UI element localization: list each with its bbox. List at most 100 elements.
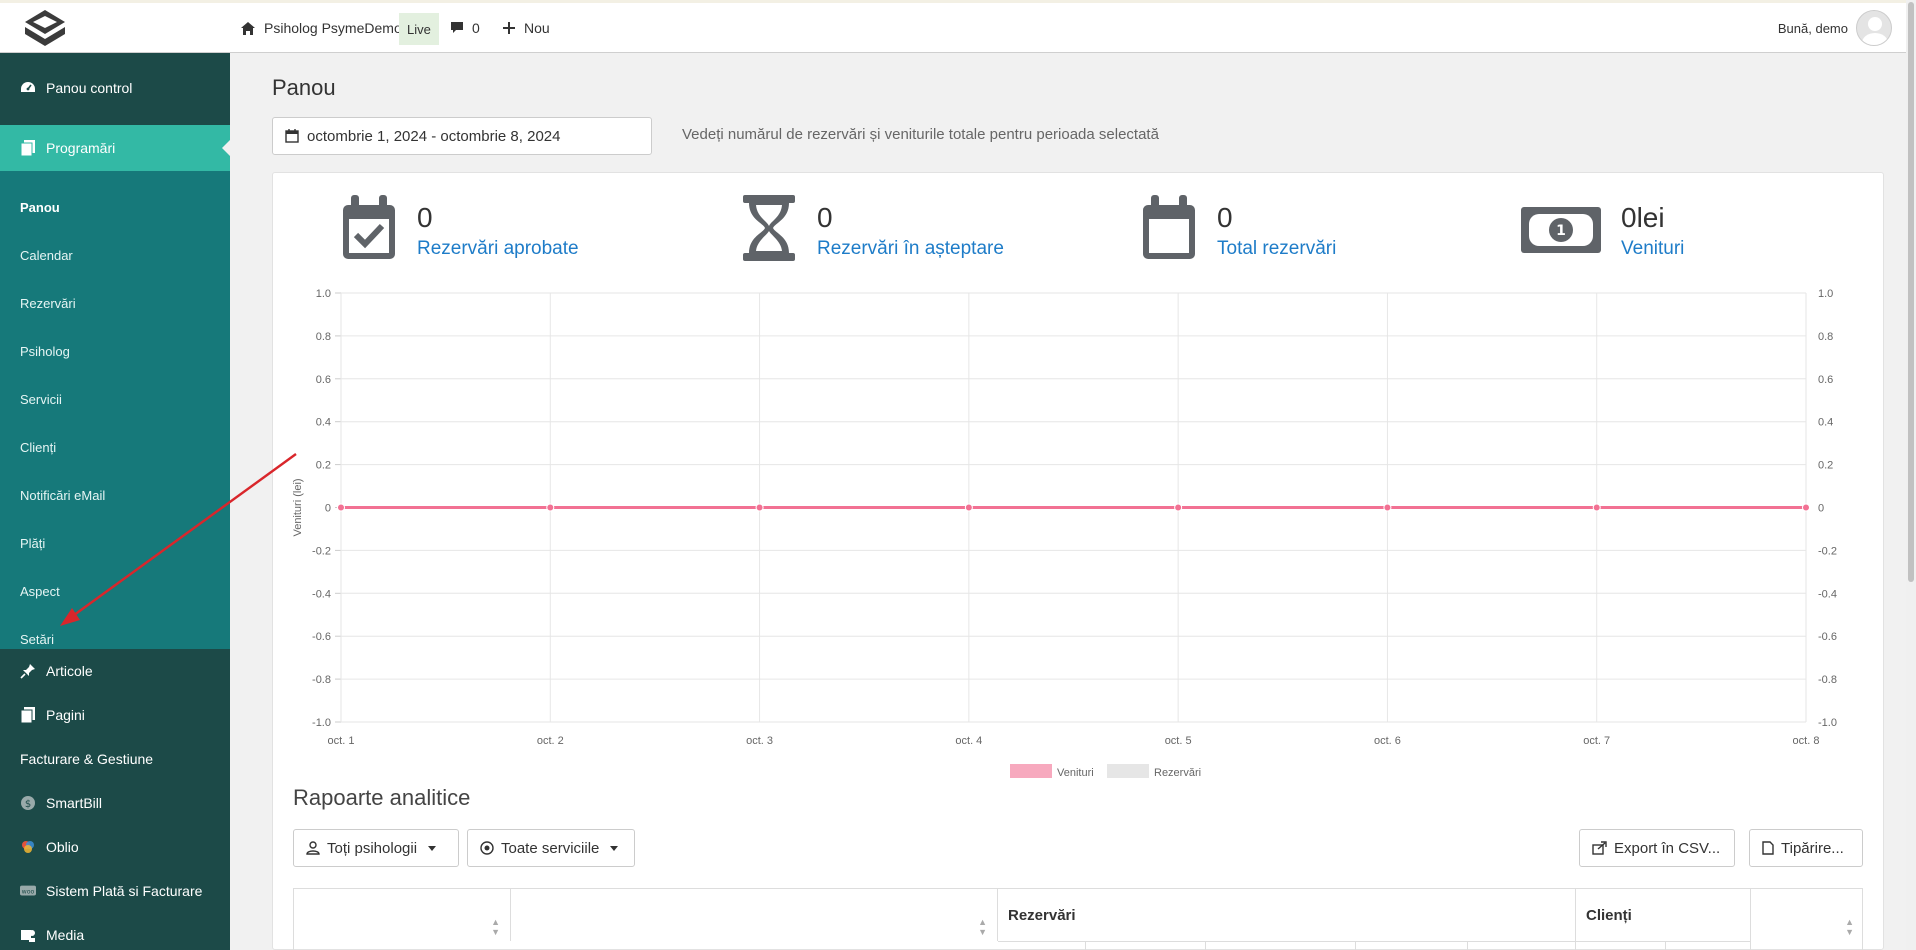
submenu-item-rezervari[interactable]: Rezervări: [0, 279, 230, 327]
site-logo-icon[interactable]: [20, 7, 70, 53]
y2-tick-label: 0.8: [1818, 331, 1833, 343]
woo-icon: woo: [20, 883, 36, 899]
y2-tick-label: -0.4: [1818, 588, 1837, 600]
avatar: [1856, 10, 1892, 46]
sidebar-item-oblio[interactable]: Oblio: [0, 825, 230, 869]
stat-approved-bookings: 0 Rezervări aprobate: [339, 193, 579, 273]
sidebar-item-pagini[interactable]: Pagini: [0, 693, 230, 737]
sidebar-item-dashboard[interactable]: Panou control: [0, 53, 230, 123]
data-point: [755, 503, 764, 512]
file-icon: [1762, 841, 1774, 855]
table-subheader-cell[interactable]: [1206, 941, 1356, 950]
sidebar-lower-menu: Articole Pagini Facturare & Gestiune $ S…: [0, 649, 230, 950]
media-icon: [20, 927, 36, 943]
sort-icon[interactable]: ▲ ▼: [1845, 917, 1854, 937]
sidebar-item-label: Pagini: [46, 707, 85, 723]
table-header-bookings: Rezervări: [998, 889, 1576, 941]
sort-icon[interactable]: ▲ ▼: [978, 917, 987, 937]
y2-tick-label: 0.4: [1818, 417, 1833, 429]
admin-sidebar: Panou control Programări Panou Calendar …: [0, 53, 230, 950]
date-range-help-text: Vedeți numărul de rezervări și venituril…: [682, 126, 1159, 143]
table-subheader-cell[interactable]: [1468, 941, 1576, 950]
date-range-picker[interactable]: octombrie 1, 2024 - octombrie 8, 2024: [272, 117, 652, 155]
table-header-label: Clienți: [1586, 906, 1632, 924]
pages-icon: [20, 140, 36, 156]
svg-text:1: 1: [1556, 223, 1566, 239]
stat-label-link[interactable]: Venituri: [1621, 238, 1684, 260]
y2-tick-label: -0.6: [1818, 631, 1837, 643]
service-filter-label: Toate serviciile: [501, 839, 600, 857]
comments-link[interactable]: 0: [450, 3, 480, 53]
sort-icon[interactable]: ▲ ▼: [491, 917, 500, 937]
submenu-item-plati[interactable]: Plăți: [0, 519, 230, 567]
submenu-item-notificari[interactable]: Notificări eMail: [0, 471, 230, 519]
page-title: Panou: [272, 75, 336, 100]
table-header-cell[interactable]: ▲ ▼: [1751, 889, 1864, 941]
pages-icon: [20, 707, 36, 723]
sidebar-item-articole[interactable]: Articole: [0, 649, 230, 693]
sidebar-item-sistem-plata[interactable]: woo Sistem Plată si Facturare: [0, 869, 230, 913]
new-content-link[interactable]: Nou: [502, 3, 550, 53]
site-home-link[interactable]: Psiholog PsymeDemo: [240, 3, 402, 53]
submenu-item-calendar[interactable]: Calendar: [0, 231, 230, 279]
submenu-item-clienti[interactable]: Clienți: [0, 423, 230, 471]
stat-label-link[interactable]: Total rezervări: [1217, 238, 1336, 260]
y-tick-label: 0.4: [316, 417, 331, 429]
y-tick-label: -0.6: [312, 631, 331, 643]
scrollbar-thumb[interactable]: [1908, 2, 1914, 582]
dashboard-gauge-icon: [20, 80, 36, 96]
calendar-icon: [1143, 195, 1195, 259]
plus-icon: [503, 22, 515, 34]
data-point: [1174, 503, 1183, 512]
y-tick-label: -0.8: [312, 674, 331, 686]
table-subheader-cell[interactable]: [1086, 941, 1206, 950]
submenu-item-psiholog[interactable]: Psiholog: [0, 327, 230, 375]
smartbill-icon: $: [20, 795, 36, 811]
y2-tick-label: -0.8: [1818, 674, 1837, 686]
submenu-item-aspect[interactable]: Aspect: [0, 567, 230, 615]
oblio-icon: [20, 839, 36, 855]
money-bill-icon: 1: [1521, 207, 1601, 253]
data-point: [1592, 503, 1601, 512]
sidebar-submenu: Panou Calendar Rezervări Psiholog Servic…: [0, 171, 230, 649]
live-badge[interactable]: Live: [399, 13, 439, 45]
y-tick-label: -0.4: [312, 588, 331, 600]
y2-tick-label: 1.0: [1818, 288, 1833, 300]
submenu-item-panou[interactable]: Panou: [0, 183, 230, 231]
table-header-cell[interactable]: ▲ ▼: [294, 889, 511, 941]
target-icon: [480, 841, 494, 855]
y2-tick-label: 0: [1818, 503, 1824, 515]
x-tick-label: oct. 4: [955, 735, 982, 747]
user-account-menu[interactable]: Bună, demo: [1778, 3, 1892, 53]
psychologist-filter-dropdown[interactable]: Toți psihologii: [293, 829, 459, 867]
service-filter-dropdown[interactable]: Toate serviciile: [467, 829, 635, 867]
page-scrollbar[interactable]: [1906, 0, 1916, 950]
table-header-label: Rezervări: [1008, 906, 1076, 924]
stat-value: 0lei: [1621, 202, 1665, 233]
stat-label-link[interactable]: Rezervări în așteptare: [817, 238, 1004, 260]
data-point: [1802, 503, 1810, 512]
sidebar-item-label: Programări: [46, 140, 116, 156]
stat-label-link[interactable]: Rezervări aprobate: [417, 238, 579, 260]
y2-tick-label: -0.2: [1818, 545, 1837, 557]
submenu-item-servicii[interactable]: Servicii: [0, 375, 230, 423]
sidebar-item-facturare[interactable]: Facturare & Gestiune: [0, 737, 230, 781]
sidebar-item-smartbill[interactable]: $ SmartBill: [0, 781, 230, 825]
chevron-down-icon: [428, 845, 437, 851]
table-subheader-cell[interactable]: [1576, 941, 1666, 950]
site-name: Psiholog PsymeDemo: [264, 20, 402, 36]
x-tick-label: oct. 2: [537, 735, 564, 747]
data-point: [546, 503, 555, 512]
dashboard-panel: 0 Rezervări aprobate 0 Rezervări în aște…: [272, 172, 1884, 950]
table-header-cell[interactable]: ▲ ▼: [511, 889, 998, 941]
table-subheader-cell[interactable]: [1666, 941, 1751, 950]
chevron-down-icon: [610, 845, 619, 851]
table-subheader-cell[interactable]: [998, 941, 1086, 950]
export-csv-button[interactable]: Export în CSV...: [1579, 829, 1735, 867]
sidebar-item-programari[interactable]: Programări: [0, 125, 230, 171]
sidebar-item-media[interactable]: Media: [0, 913, 230, 950]
x-tick-label: oct. 7: [1583, 735, 1610, 747]
print-button[interactable]: Tipărire...: [1749, 829, 1863, 867]
hourglass-icon: [743, 195, 795, 261]
table-subheader-cell[interactable]: [1356, 941, 1468, 950]
